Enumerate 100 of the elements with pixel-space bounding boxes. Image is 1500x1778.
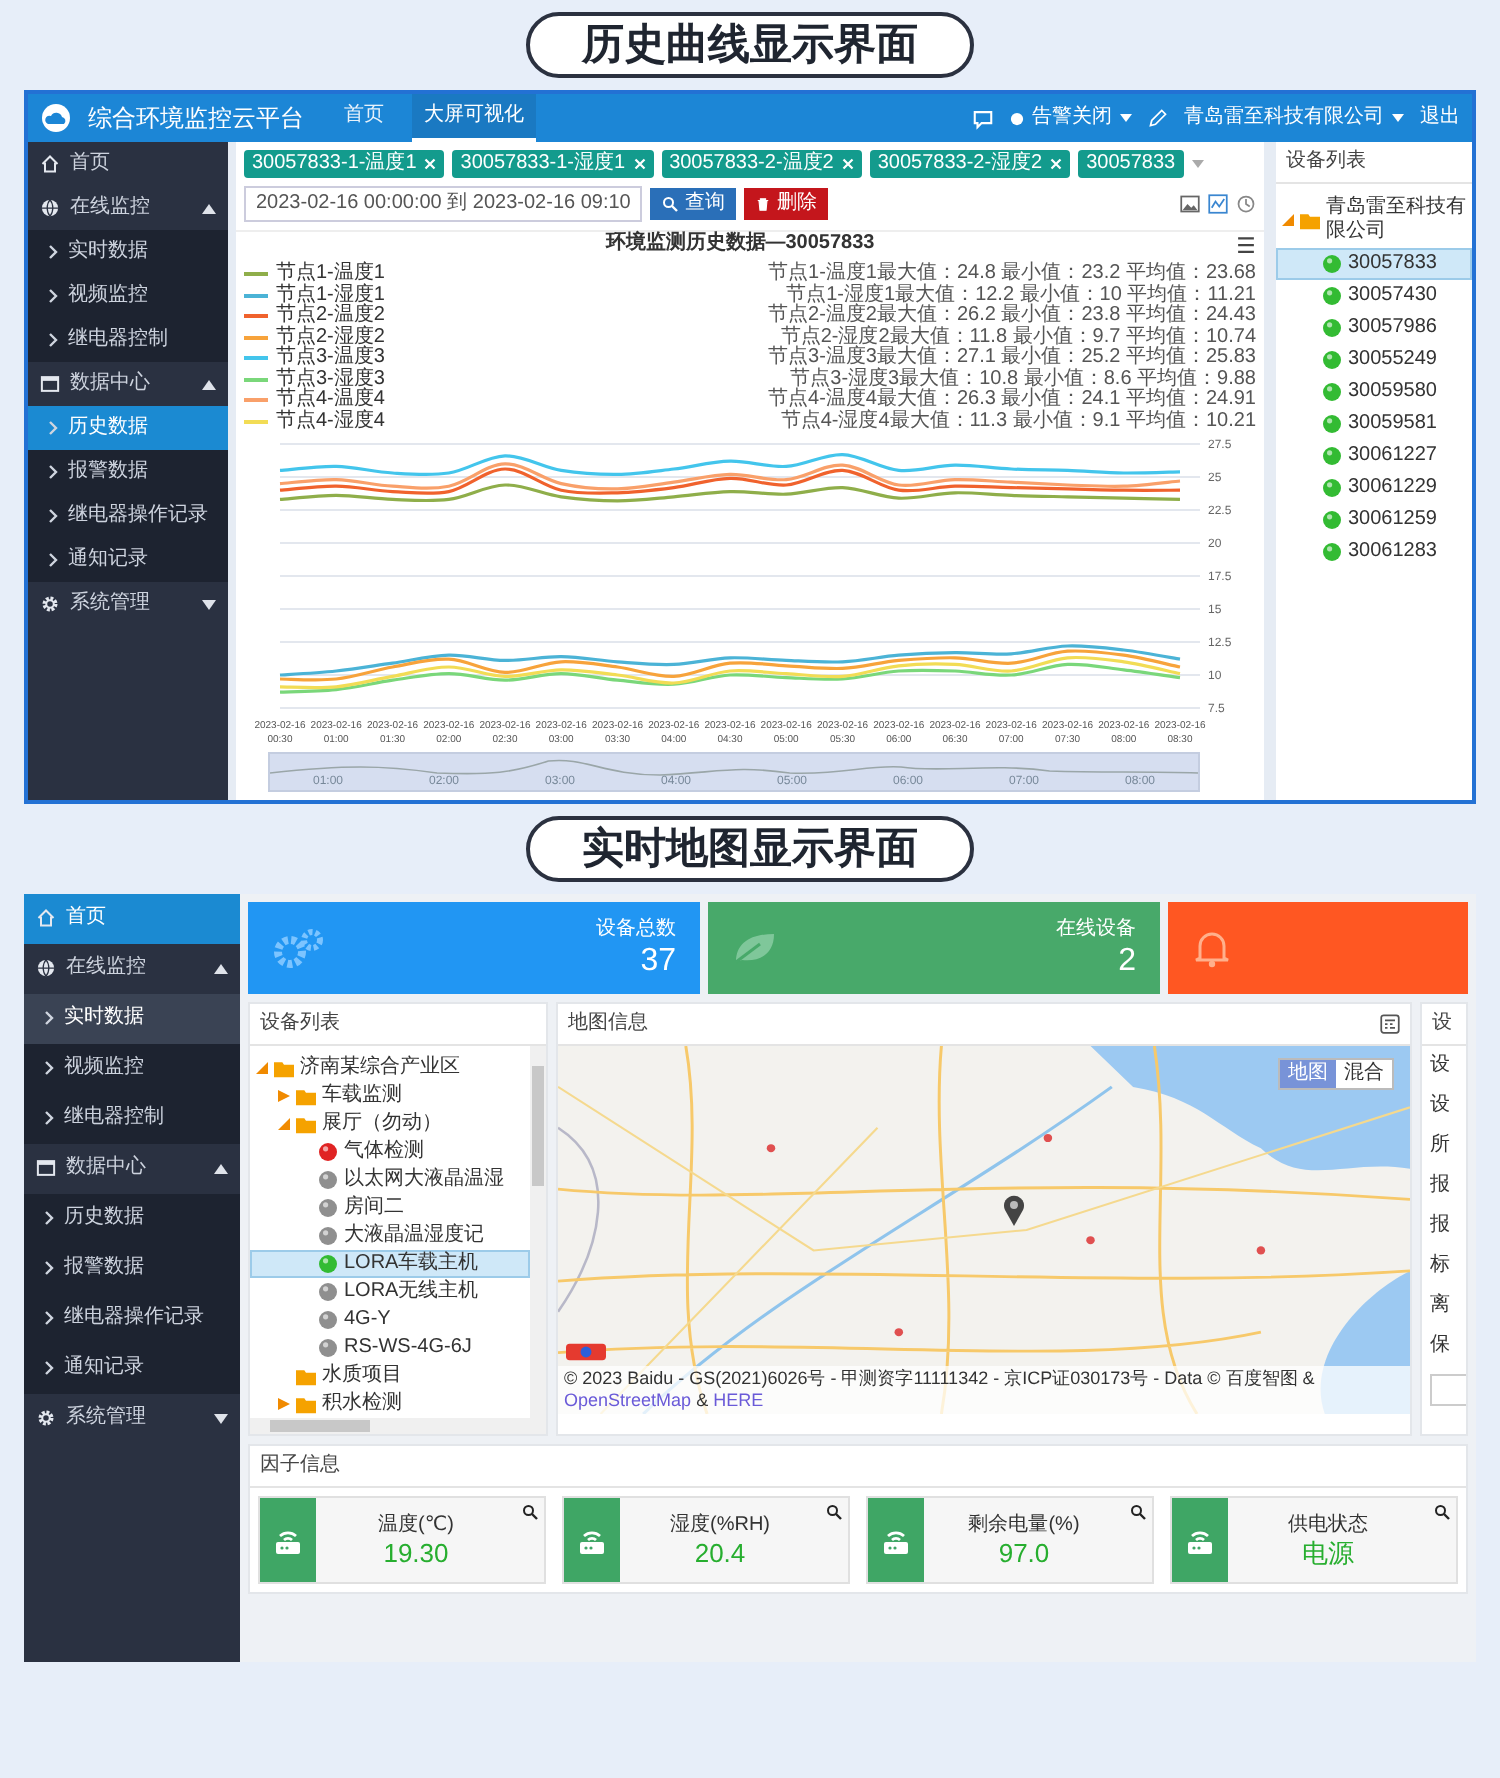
sidebar-item[interactable]: 系统管理	[24, 1394, 240, 1445]
sidebar-item[interactable]: 通知记录	[28, 538, 228, 583]
tree-item[interactable]: 30055249	[1276, 344, 1472, 377]
legend-label[interactable]: 节点4-湿度4	[276, 411, 385, 433]
tree-item[interactable]: 4G-Y	[250, 1306, 530, 1335]
sidebar-item[interactable]: 历史数据	[28, 406, 228, 451]
chevron-icon	[48, 508, 58, 525]
tree-item[interactable]: 30061283	[1276, 536, 1472, 569]
restore-icon[interactable]	[1236, 194, 1256, 215]
sidebar-item[interactable]: 继电器控制	[24, 1094, 240, 1145]
tree-item[interactable]: 以太网大液晶温湿	[250, 1166, 530, 1195]
close-icon[interactable]	[633, 158, 646, 171]
search-icon[interactable]	[1130, 1504, 1146, 1521]
legend-swatch	[244, 396, 268, 405]
sidebar-item[interactable]: 系统管理	[28, 582, 228, 627]
tree-item[interactable]: 气体检测	[250, 1138, 530, 1167]
attribution-link[interactable]: OpenStreetMap	[564, 1390, 692, 1411]
search-button[interactable]: 查询	[650, 188, 737, 221]
sidebar-item[interactable]: 实时数据	[28, 230, 228, 275]
image-icon[interactable]	[1180, 194, 1200, 215]
attribution-link[interactable]: HERE	[713, 1390, 764, 1411]
legend-label[interactable]: 节点4-温度4	[276, 390, 385, 412]
chat-bubble-icon[interactable]	[972, 107, 994, 130]
status-dot-icon	[1322, 414, 1342, 435]
line-chart-icon[interactable]	[1208, 194, 1228, 215]
pen-icon[interactable]	[1148, 108, 1168, 129]
chart-title: 环境监测历史数据—30057833	[605, 232, 875, 257]
sidebar-item[interactable]: 继电器控制	[28, 318, 228, 363]
sidebar-item[interactable]: 首页	[24, 894, 240, 945]
tree-item[interactable]: 30061259	[1276, 504, 1472, 537]
close-icon[interactable]	[841, 158, 854, 171]
legend-swatch	[244, 291, 268, 300]
sidebar-item[interactable]: 视频监控	[28, 274, 228, 319]
menu-icon[interactable]	[1236, 235, 1256, 254]
summary-text: 节点4-温度4最大值：26.3 最小值：24.1 平均值：24.91	[768, 390, 1256, 411]
tree-item[interactable]: 积水检测	[250, 1390, 530, 1419]
sidebar-item[interactable]: 继电器操作记录	[28, 494, 228, 539]
sidebar-item[interactable]: 首页	[28, 142, 228, 187]
tree-item[interactable]: 水质项目	[250, 1362, 530, 1391]
input-field[interactable]	[1430, 1374, 1466, 1407]
tree-item[interactable]: 30059580	[1276, 376, 1472, 409]
sidebar-item[interactable]: 报警数据	[24, 1244, 240, 1295]
logout-link[interactable]: 退出	[1420, 106, 1460, 131]
tree-item[interactable]: 济南某综合产业区	[250, 1054, 530, 1083]
legend-label[interactable]: 节点1-温度1	[276, 264, 385, 286]
summary-text: 节点1-湿度1最大值：12.2 最小值：10 平均值：11.21	[786, 285, 1256, 306]
sidebar-item[interactable]: 继电器操作记录	[24, 1294, 240, 1345]
sidebar-item[interactable]: 在线监控	[24, 944, 240, 995]
sidebar-item[interactable]: 实时数据	[24, 994, 240, 1045]
tree-item[interactable]: 30061227	[1276, 440, 1472, 473]
legend-label[interactable]: 节点2-温度2	[276, 306, 385, 328]
stat-value: 2	[1118, 941, 1136, 980]
caret-icon[interactable]	[1191, 160, 1204, 169]
tree-item[interactable]: RS-WS-4G-6J	[250, 1334, 530, 1363]
field-label: 标	[1430, 1254, 1452, 1279]
map-logo-icon	[564, 1342, 608, 1363]
status-dot-icon	[318, 1338, 338, 1359]
summary-text: 节点3-湿度3最大值：10.8 最小值：8.6 平均值：9.88	[790, 369, 1256, 390]
close-icon[interactable]	[1050, 158, 1063, 171]
scrollbar[interactable]	[530, 1046, 546, 1419]
legend-label[interactable]: 节点3-温度3	[276, 348, 385, 370]
tree-item[interactable]: 大液晶温湿度记	[250, 1222, 530, 1251]
tree-item[interactable]: 30057833	[1276, 248, 1472, 281]
tree-item[interactable]: LORA无线主机	[250, 1278, 530, 1307]
tree-item[interactable]: 展厅（勿动）	[250, 1110, 530, 1139]
tree-item[interactable]: 青岛雷至科技有限公司	[1276, 192, 1472, 249]
delete-button[interactable]: 删除	[744, 188, 829, 221]
calculator-icon[interactable]	[1380, 1014, 1400, 1035]
tree-item[interactable]: 30061229	[1276, 472, 1472, 505]
summary-text: 节点3-温度3最大值：27.1 最小值：25.2 平均值：25.83	[768, 348, 1256, 369]
search-icon[interactable]	[522, 1504, 538, 1521]
search-icon[interactable]	[826, 1504, 842, 1521]
legend-swatch	[244, 333, 268, 342]
scrollbar[interactable]	[250, 1418, 546, 1435]
sidebar-item[interactable]: 视频监控	[24, 1044, 240, 1095]
sidebar-item[interactable]: 数据中心	[28, 362, 228, 407]
nav-tab[interactable]: 大屏可视化	[412, 94, 536, 143]
sidebar-item[interactable]: 数据中心	[24, 1144, 240, 1195]
search-icon[interactable]	[1434, 1504, 1450, 1521]
tree-item[interactable]: 30057430	[1276, 280, 1472, 313]
tree-item[interactable]: LORA车载主机	[250, 1250, 530, 1279]
gears-icon	[272, 926, 324, 971]
status-dot-icon	[1322, 478, 1342, 499]
close-icon[interactable]	[424, 158, 437, 171]
sidebar-item[interactable]: 在线监控	[28, 186, 228, 231]
tree-item[interactable]: 30059581	[1276, 408, 1472, 441]
sidebar-item[interactable]: 通知记录	[24, 1344, 240, 1395]
bell-icon	[1192, 928, 1232, 969]
tree-item[interactable]: 车载监测	[250, 1082, 530, 1111]
user-dropdown[interactable]: 青岛雷至科技有限公司	[1184, 106, 1404, 131]
sidebar-item[interactable]: 历史数据	[24, 1194, 240, 1245]
sidebar-item[interactable]: 报警数据	[28, 450, 228, 495]
tree-item[interactable]: 30057986	[1276, 312, 1472, 345]
status-dot-icon	[1322, 510, 1342, 531]
date-range-field[interactable]: 2023-02-16 00:00:00 到 2023-02-16 09:10	[244, 186, 643, 223]
status-dot-icon	[1322, 318, 1342, 339]
gear-icon	[36, 1408, 56, 1429]
chevron-icon	[48, 332, 58, 349]
tree-item[interactable]: 房间二	[250, 1194, 530, 1223]
alarm-dropdown[interactable]: 告警关闭	[1010, 106, 1132, 131]
